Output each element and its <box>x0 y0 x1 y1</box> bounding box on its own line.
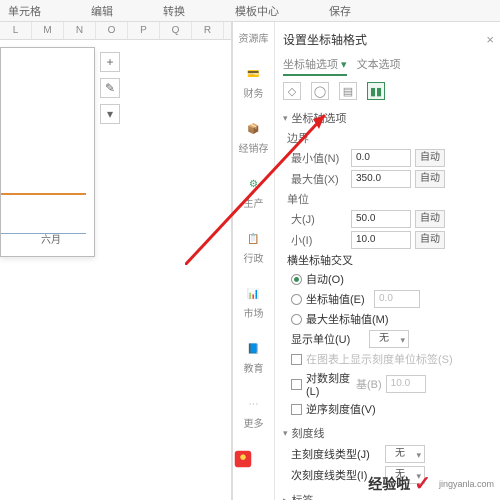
toolbar-item[interactable]: 转换 <box>163 3 185 19</box>
cross-label: 横坐标轴交叉 <box>287 252 353 268</box>
col-header[interactable]: Q <box>160 22 192 39</box>
col-header[interactable]: P <box>128 22 160 39</box>
major-unit-input[interactable]: 50.0 <box>351 210 411 228</box>
reverse-label: 逆序刻度值(V) <box>306 401 376 417</box>
max-input[interactable]: 350.0 <box>351 170 411 188</box>
cross-value-input[interactable]: 0.0 <box>374 290 420 308</box>
boundary-label: 边界 <box>287 130 309 146</box>
max-label: 最大值(X) <box>291 171 347 187</box>
top-toolbar: 单元格 编辑 转换 模板中心 保存 <box>0 0 500 22</box>
chart-add-icon[interactable]: + <box>100 52 120 72</box>
auto-button[interactable]: 自动 <box>415 149 445 167</box>
sidebar-item-finance[interactable]: 💳财务 <box>244 65 264 100</box>
auto-button[interactable]: 自动 <box>415 210 445 228</box>
toolbar-item[interactable]: 编辑 <box>91 3 113 19</box>
red-packet-icon[interactable] <box>232 448 254 470</box>
panel-title: 设置坐标轴格式 <box>283 31 367 48</box>
chart-series-line <box>1 193 86 195</box>
caret-right-icon[interactable]: ▸ <box>283 495 288 500</box>
cross-value-radio[interactable] <box>291 294 302 305</box>
embedded-chart[interactable]: 六月 <box>0 47 95 257</box>
section-axis-options[interactable]: 坐标轴选项 <box>292 110 347 126</box>
cross-max-radio[interactable] <box>291 314 302 325</box>
base-label: 基(B) <box>356 376 382 392</box>
sidebar-item-education[interactable]: 📘教育 <box>244 340 264 375</box>
book-icon: 📘 <box>245 340 263 358</box>
sidebar-item-resources[interactable]: 资源库 <box>239 30 269 45</box>
min-input[interactable]: 0.0 <box>351 149 411 167</box>
logscale-label: 对数刻度(L) <box>306 370 352 398</box>
size-icon[interactable]: ▤ <box>339 82 357 100</box>
panel-icon-row: ◇ ◯ ▤ ▮▮ <box>283 82 494 100</box>
toolbar-item[interactable]: 保存 <box>329 3 351 19</box>
gear-icon: ⚙ <box>245 175 263 193</box>
chart-brush-icon[interactable]: ✎ <box>100 78 120 98</box>
minor-unit-label: 小(I) <box>291 232 347 248</box>
base-input: 10.0 <box>386 375 426 393</box>
toolbar-item[interactable]: 模板中心 <box>235 3 279 19</box>
cross-auto-radio[interactable] <box>291 274 302 285</box>
sidebar-item-market[interactable]: 📊市场 <box>244 285 264 320</box>
col-header[interactable]: N <box>64 22 96 39</box>
tab-axis-options[interactable]: 坐标轴选项 ▾ <box>283 56 347 76</box>
caret-down-icon[interactable]: ▾ <box>283 428 288 439</box>
tab-text-options[interactable]: 文本选项 <box>357 56 401 76</box>
more-icon: ⋯ <box>245 395 263 413</box>
box-icon: 📦 <box>245 120 263 138</box>
sidebar-item-more[interactable]: ⋯更多 <box>244 395 264 430</box>
watermark-text: 经验啦 <box>368 474 410 494</box>
chart-icon: 📊 <box>245 285 263 303</box>
col-header[interactable]: O <box>96 22 128 39</box>
sidebar-item-inventory[interactable]: 📦经销存 <box>239 120 269 155</box>
caret-down-icon[interactable]: ▾ <box>283 113 288 124</box>
auto-button[interactable]: 自动 <box>415 170 445 188</box>
fill-icon[interactable]: ◇ <box>283 82 301 100</box>
wallet-icon: 💳 <box>245 65 263 83</box>
check-icon: ✓ <box>414 471 431 496</box>
chart-tools: + ✎ ▾ <box>100 52 120 124</box>
clipboard-icon: 📋 <box>245 230 263 248</box>
sidebar-item-admin[interactable]: 📋行政 <box>244 230 264 265</box>
cross-value-label: 坐标轴值(E) <box>306 291 370 307</box>
cross-max-label: 最大坐标轴值(M) <box>306 311 389 327</box>
section-tick[interactable]: 刻度线 <box>292 425 325 441</box>
close-icon[interactable]: × <box>486 32 494 47</box>
major-tick-select[interactable]: 无 <box>385 445 425 463</box>
display-unit-select[interactable]: 无 <box>369 330 409 348</box>
auto-button[interactable]: 自动 <box>415 231 445 249</box>
sidebar-item-production[interactable]: ⚙生产 <box>244 175 264 210</box>
col-header[interactable]: L <box>0 22 32 39</box>
col-header[interactable]: M <box>32 22 64 39</box>
chart-x-label: 六月 <box>41 231 61 246</box>
watermark: 经验啦 ✓ jingyanla.com <box>368 471 494 496</box>
column-headers: L M N O P Q R <box>0 22 231 40</box>
display-unit-chk-label: 在图表上显示刻度单位标签(S) <box>306 351 453 367</box>
cross-auto-label: 自动(O) <box>306 271 344 287</box>
toolbar-item[interactable]: 单元格 <box>8 3 41 19</box>
right-task-pane: 资源库 💳财务 📦经销存 ⚙生产 📋行政 📊市场 📘教育 ⋯更多 设置坐标轴格式… <box>232 22 500 500</box>
axis-icon[interactable]: ▮▮ <box>367 82 385 100</box>
reverse-checkbox[interactable] <box>291 404 302 415</box>
logscale-checkbox[interactable] <box>291 379 302 390</box>
section-labels[interactable]: 标签 <box>292 492 314 500</box>
chart-filter-icon[interactable]: ▾ <box>100 104 120 124</box>
resource-sidebar: 资源库 💳财务 📦经销存 ⚙生产 📋行政 📊市场 📘教育 ⋯更多 <box>233 22 275 500</box>
major-tick-label: 主刻度线类型(J) <box>291 446 381 462</box>
min-label: 最小值(N) <box>291 150 347 166</box>
effects-icon[interactable]: ◯ <box>311 82 329 100</box>
watermark-sub: jingyanla.com <box>439 479 494 489</box>
col-header[interactable]: R <box>192 22 224 39</box>
unit-label: 单位 <box>287 191 309 207</box>
unit-label-checkbox <box>291 354 302 365</box>
worksheet-area[interactable]: L M N O P Q R 六月 + ✎ ▾ <box>0 22 232 500</box>
format-axis-panel: 设置坐标轴格式 × 坐标轴选项 ▾ 文本选项 ◇ ◯ ▤ ▮▮ ▾ 坐标轴选项 边… <box>275 22 500 500</box>
minor-unit-input[interactable]: 10.0 <box>351 231 411 249</box>
display-unit-label: 显示单位(U) <box>291 331 365 347</box>
major-unit-label: 大(J) <box>291 211 347 227</box>
